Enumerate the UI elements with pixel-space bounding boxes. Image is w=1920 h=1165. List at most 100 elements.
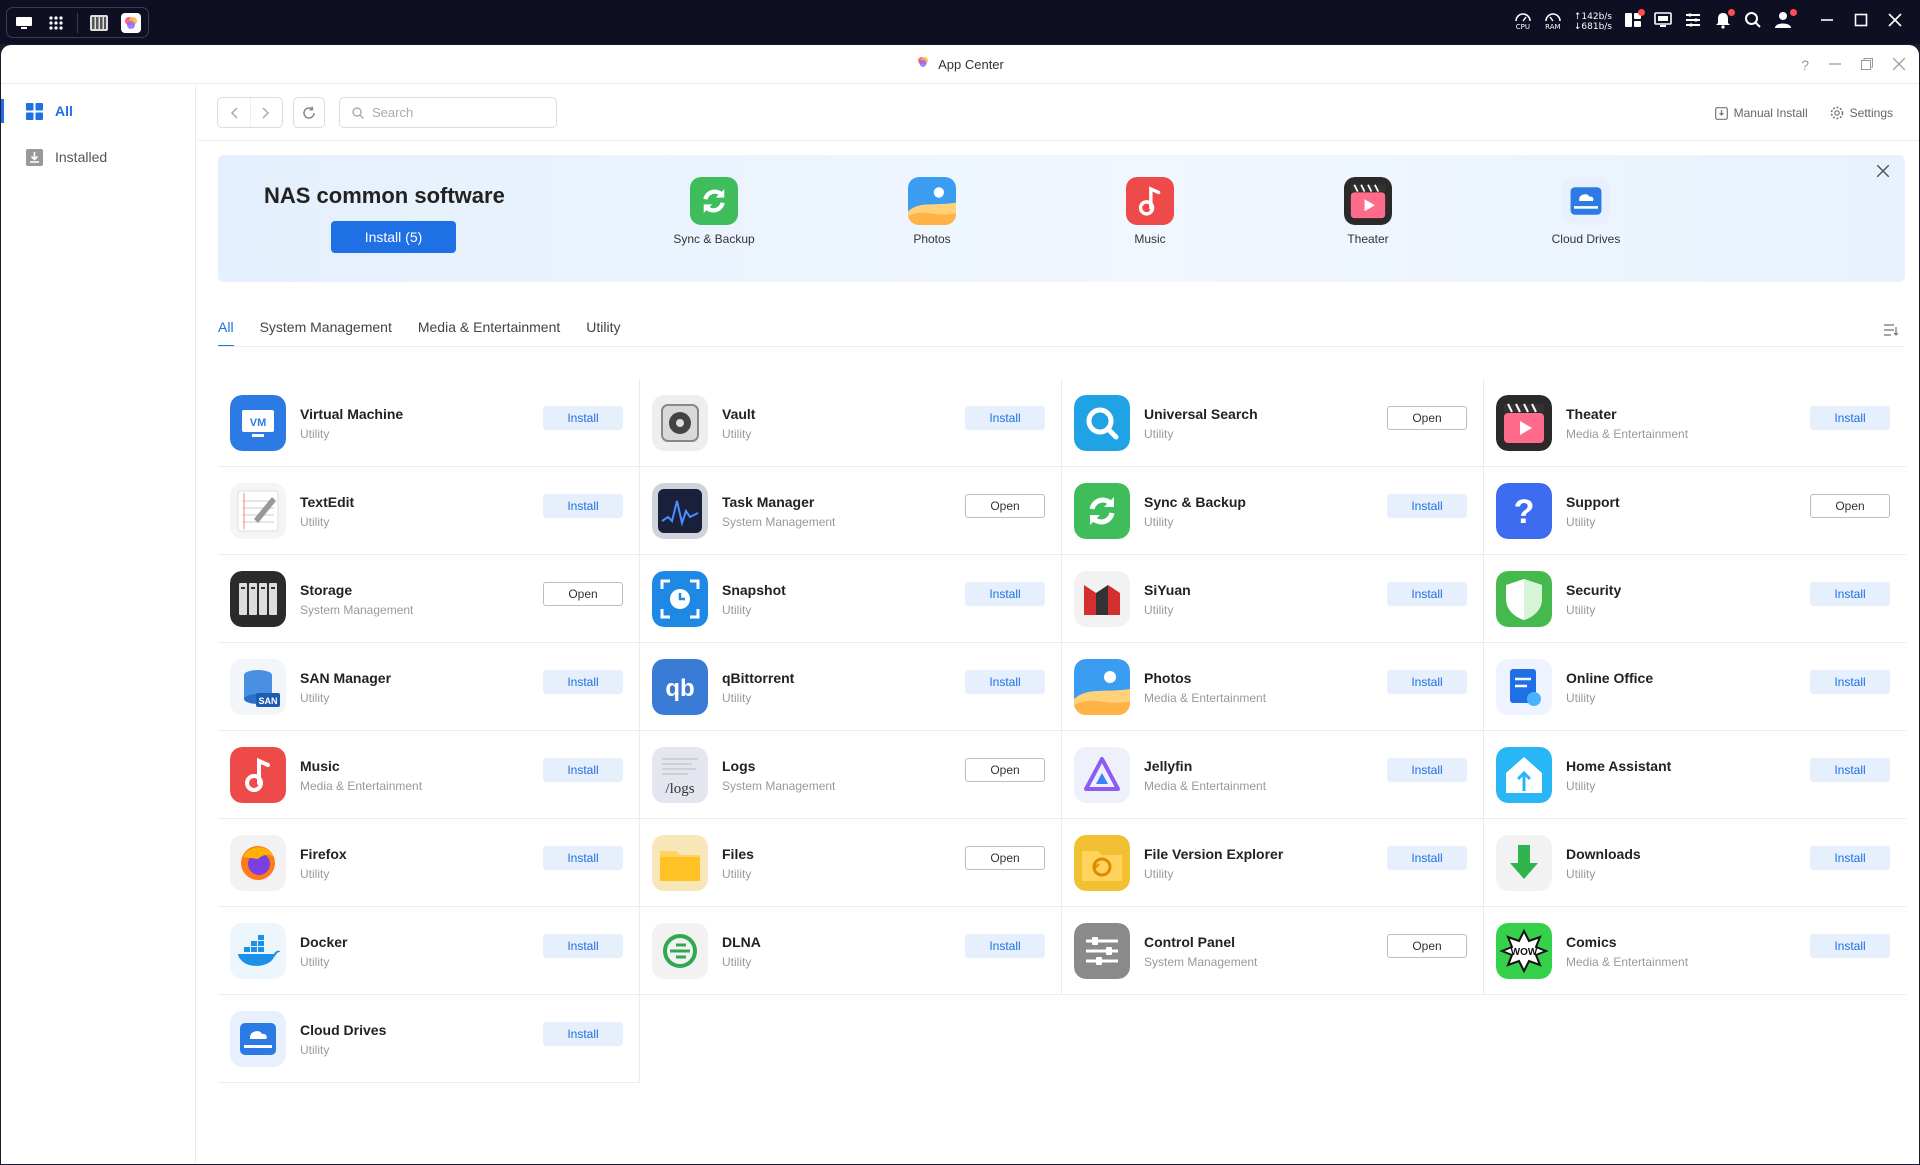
banner-app-cloud[interactable]: Cloud Drives [1526, 177, 1646, 246]
app-center-taskbar-icon[interactable] [120, 12, 142, 34]
refresh-button[interactable] [293, 97, 325, 128]
svg-text:qb: qb [665, 675, 694, 702]
app-card-files[interactable]: Files Utility Open [640, 819, 1062, 907]
install-button[interactable]: Install [1810, 846, 1890, 870]
tab-utility[interactable]: Utility [586, 319, 620, 347]
install-button[interactable]: Install [1387, 494, 1467, 518]
app-card-sync[interactable]: Sync & Backup Utility Install [1062, 467, 1484, 555]
app-card-fve[interactable]: File Version Explorer Utility Install [1062, 819, 1484, 907]
app-card-music[interactable]: Music Media & Entertainment Install [218, 731, 640, 819]
app-card-cloud[interactable]: Cloud Drives Utility Install [218, 995, 640, 1083]
install-button[interactable]: Install [1810, 934, 1890, 958]
app-card-office[interactable]: Online Office Utility Install [1484, 643, 1906, 731]
install-button[interactable]: Install [1810, 670, 1890, 694]
app-launcher-icon[interactable] [45, 12, 67, 34]
install-button[interactable]: Install [543, 406, 623, 430]
app-card-downloads[interactable]: Downloads Utility Install [1484, 819, 1906, 907]
app-card-home[interactable]: Home Assistant Utility Install [1484, 731, 1906, 819]
install-button[interactable]: Install [1387, 758, 1467, 782]
back-button[interactable] [218, 98, 251, 127]
monitor-icon[interactable] [1654, 11, 1672, 34]
install-button[interactable]: Install [543, 670, 623, 694]
desktop-icon[interactable] [13, 12, 35, 34]
banner-app-theater[interactable]: Theater [1308, 177, 1428, 246]
tab-all[interactable]: All [218, 319, 234, 347]
app-card-security[interactable]: Security Utility Install [1484, 555, 1906, 643]
manual-install-button[interactable]: Manual Install [1714, 106, 1808, 120]
user-account-icon[interactable] [1774, 8, 1797, 34]
install-button[interactable]: Install [1810, 758, 1890, 782]
install-button[interactable]: Install [1387, 846, 1467, 870]
notification-bell-icon[interactable] [1714, 8, 1735, 34]
widgets-icon[interactable] [1624, 8, 1645, 34]
app-card-theater[interactable]: Theater Media & Entertainment Install [1484, 379, 1906, 467]
window-close-icon[interactable] [1892, 57, 1906, 73]
app-card-textedit[interactable]: TextEdit Utility Install [218, 467, 640, 555]
open-button[interactable]: Open [965, 846, 1045, 870]
open-button[interactable]: Open [965, 494, 1045, 518]
app-card-vm[interactable]: VM Virtual Machine Utility Install [218, 379, 640, 467]
app-card-comics[interactable]: WOW Comics Media & Entertainment Install [1484, 907, 1906, 995]
app-card-qb[interactable]: qb qBittorrent Utility Install [640, 643, 1062, 731]
banner-app-label: Sync & Backup [673, 232, 755, 246]
sidebar-item-installed[interactable]: Installed [1, 137, 195, 177]
task-list-icon[interactable] [1684, 11, 1702, 34]
banner-app-photos[interactable]: Photos [872, 177, 992, 246]
forward-button[interactable] [251, 98, 283, 127]
sort-icon[interactable] [1883, 323, 1899, 342]
app-card-san[interactable]: SAN SAN Manager Utility Install [218, 643, 640, 731]
banner-app-music[interactable]: Music [1090, 177, 1210, 246]
global-search-icon[interactable] [1744, 11, 1762, 34]
install-button[interactable]: Install [1810, 406, 1890, 430]
app-card-support[interactable]: ? Support Utility Open [1484, 467, 1906, 555]
app-card-snapshot[interactable]: Snapshot Utility Install [640, 555, 1062, 643]
install-button[interactable]: Install [1387, 670, 1467, 694]
search-input[interactable] [372, 105, 542, 120]
close-system-icon[interactable] [1888, 12, 1902, 32]
install-button[interactable]: Install [543, 494, 623, 518]
banner-close-icon[interactable] [1876, 161, 1890, 182]
app-card-control[interactable]: Control Panel System Management Open [1062, 907, 1484, 995]
open-button[interactable]: Open [543, 582, 623, 606]
app-card-photos[interactable]: Photos Media & Entertainment Install [1062, 643, 1484, 731]
ram-gauge[interactable]: RAM [1544, 12, 1562, 32]
tab-system-management[interactable]: System Management [260, 319, 392, 347]
install-all-button[interactable]: Install (5) [331, 221, 456, 253]
banner-app-sync[interactable]: Sync & Backup [654, 177, 774, 246]
install-button[interactable]: Install [543, 758, 623, 782]
window-minimize-icon[interactable] [1829, 57, 1841, 73]
sidebar-item-all[interactable]: All [1, 91, 195, 131]
help-button[interactable]: ? [1801, 57, 1809, 73]
app-card-taskmgr[interactable]: Task Manager System Management Open [640, 467, 1062, 555]
settings-button[interactable]: Settings [1830, 106, 1893, 120]
install-button[interactable]: Install [543, 1022, 623, 1046]
app-card-jellyfin[interactable]: Jellyfin Media & Entertainment Install [1062, 731, 1484, 819]
open-button[interactable]: Open [965, 758, 1045, 782]
install-button[interactable]: Install [965, 582, 1045, 606]
app-card-dlna[interactable]: DLNA Utility Install [640, 907, 1062, 995]
app-card-search[interactable]: Universal Search Utility Open [1062, 379, 1484, 467]
app-card-docker[interactable]: Docker Utility Install [218, 907, 640, 995]
cpu-gauge[interactable]: CPU [1514, 12, 1532, 32]
app-card-logs[interactable]: /logs Logs System Management Open [640, 731, 1062, 819]
install-button[interactable]: Install [1810, 582, 1890, 606]
app-category: Utility [1566, 779, 1596, 793]
app-card-siyuan[interactable]: SiYuan Utility Install [1062, 555, 1484, 643]
open-button[interactable]: Open [1387, 934, 1467, 958]
install-button[interactable]: Install [543, 846, 623, 870]
open-button[interactable]: Open [1387, 406, 1467, 430]
app-card-storage[interactable]: Storage System Management Open [218, 555, 640, 643]
maximize-icon[interactable] [1854, 13, 1868, 32]
storage-taskbar-icon[interactable] [88, 12, 110, 34]
install-button[interactable]: Install [965, 934, 1045, 958]
app-card-firefox[interactable]: Firefox Utility Install [218, 819, 640, 907]
minimize-all-icon[interactable] [1820, 13, 1834, 32]
tab-media-entertainment[interactable]: Media & Entertainment [418, 319, 560, 347]
open-button[interactable]: Open [1810, 494, 1890, 518]
window-restore-icon[interactable] [1861, 57, 1873, 73]
install-button[interactable]: Install [965, 406, 1045, 430]
install-button[interactable]: Install [965, 670, 1045, 694]
app-card-vault[interactable]: Vault Utility Install [640, 379, 1062, 467]
install-button[interactable]: Install [543, 934, 623, 958]
install-button[interactable]: Install [1387, 582, 1467, 606]
